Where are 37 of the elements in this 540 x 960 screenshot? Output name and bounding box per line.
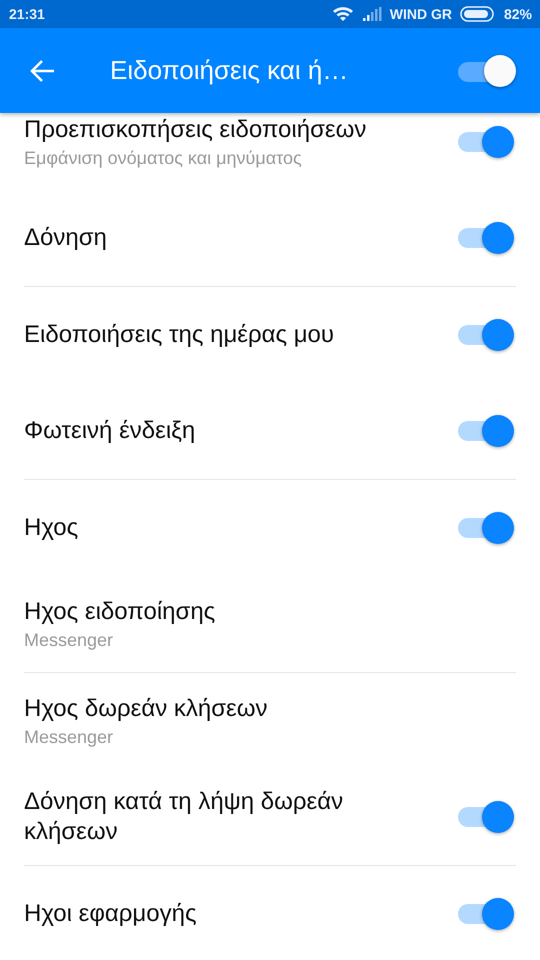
- settings-row[interactable]: Ειδοποιήσεις της ημέρας μου: [24, 287, 516, 383]
- setting-title: Ειδοποιήσεις της ημέρας μου: [24, 320, 334, 350]
- setting-title: Ηχος δωρεάν κλήσεων: [24, 694, 268, 724]
- settings-row[interactable]: Ηχος: [24, 480, 516, 576]
- battery-icon: [460, 6, 496, 22]
- settings-row[interactable]: Δόνηση: [24, 190, 516, 286]
- carrier-name: WIND GR: [390, 6, 452, 22]
- settings-row[interactable]: Ηχοι εφαρμογής: [24, 866, 516, 960]
- status-time: 21:31: [9, 6, 45, 22]
- toggle-switch[interactable]: [456, 512, 514, 544]
- setting-title: Φωτεινή ένδειξη: [24, 416, 196, 446]
- setting-subtitle: Messenger: [24, 630, 114, 651]
- settings-row[interactable]: Φωτεινή ένδειξη: [24, 383, 516, 479]
- setting-subtitle: Εμφάνιση ονόματος και μηνύματος: [24, 148, 303, 169]
- settings-row[interactable]: Προεπισκοπήσεις ειδοποιήσεων Εμφάνιση ονόματος και μηνύματος: [24, 113, 516, 190]
- setting-title: Δόνηση κατά τη λήψη δωρεάν κλήσεων: [24, 787, 344, 847]
- back-icon[interactable]: [30, 58, 56, 82]
- setting-title: Ηχος: [24, 513, 78, 543]
- settings-row[interactable]: Ηχος ειδοποίησης Messenger: [24, 576, 516, 672]
- setting-title: Προεπισκοπήσεις ειδοποιήσεων: [24, 115, 366, 145]
- toggle-switch[interactable]: [456, 126, 514, 158]
- toggle-switch[interactable]: [456, 319, 514, 351]
- battery-level: 82%: [504, 6, 532, 22]
- setting-title: Ηχος ειδοποίησης: [24, 597, 216, 627]
- wifi-icon: [332, 6, 354, 22]
- toggle-switch[interactable]: [456, 898, 514, 930]
- toggle-switch[interactable]: [456, 415, 514, 447]
- toggle-switch[interactable]: [456, 801, 514, 833]
- screen-title: Ειδοποιήσεις και ή…: [110, 55, 350, 86]
- toggle-switch[interactable]: [456, 222, 514, 254]
- signal-icon: [362, 7, 382, 21]
- settings-row[interactable]: Ηχος δωρεάν κλήσεων Messenger: [24, 673, 516, 769]
- master-switch[interactable]: [456, 54, 516, 86]
- setting-title: Δόνηση: [24, 223, 107, 253]
- setting-subtitle: Messenger: [24, 727, 114, 748]
- setting-title: Ηχοι εφαρμογής: [24, 899, 197, 929]
- settings-row[interactable]: Δόνηση κατά τη λήψη δωρεάν κλήσεων: [24, 769, 516, 865]
